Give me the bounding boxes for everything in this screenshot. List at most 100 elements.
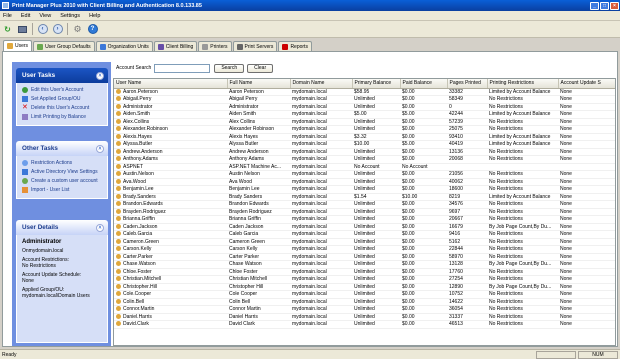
cell-text: None xyxy=(560,291,572,298)
printer-icon xyxy=(18,25,27,33)
table-row[interactable]: ASPNET ASP.NET Machine Ac... mydomain.loca… xyxy=(114,163,615,171)
table-cell: Unlimited xyxy=(352,178,400,186)
task-set-applied-group[interactable]: Set Applied Group/OU xyxy=(22,96,103,102)
menu-view[interactable]: View xyxy=(39,13,51,19)
table-row[interactable]: Carter.Parker Carter Parker mydomain.local… xyxy=(114,253,615,261)
column-header[interactable]: Printing Restrictions xyxy=(487,79,559,89)
table-row[interactable]: Brandon.Edwards Brandon Edwards mydomain.l… xyxy=(114,200,615,209)
gear-icon[interactable]: ⚙ xyxy=(72,24,83,35)
column-header[interactable]: Account Update S xyxy=(558,79,615,89)
column-header[interactable]: Primary Balance xyxy=(352,79,401,89)
refresh-icon[interactable]: ↻ xyxy=(2,24,13,35)
user-icon xyxy=(116,103,121,109)
tab-organization-units[interactable]: Organization Units xyxy=(95,41,153,51)
tab-printers[interactable]: Printers xyxy=(198,41,232,51)
user-details-header[interactable]: User Details ˄ xyxy=(16,220,108,235)
table-row[interactable]: Carson.Kelly Carson Kelly mydomain.local Un… xyxy=(114,245,615,254)
table-row[interactable]: Alexander.Robinson Alexander Robinson mydo… xyxy=(114,125,615,134)
table-cell: $0.00 xyxy=(400,253,447,261)
tab-user-group-defaults[interactable]: User Group Defaults xyxy=(33,41,95,51)
collapse-chevron-icon[interactable]: ˄ xyxy=(96,144,104,153)
maximize-button[interactable]: □ xyxy=(600,1,609,10)
task-import-user-list[interactable]: Import - User List xyxy=(22,187,103,193)
minimize-button[interactable]: _ xyxy=(590,1,599,10)
table-row[interactable]: Colin.Bell Colin Bell mydomain.local Unlimi… xyxy=(114,298,615,306)
table-row[interactable]: Benjamin.Lee Benjamin Lee mydomain.local Un… xyxy=(114,185,615,194)
task-create-custom-account[interactable]: Create a custom user account xyxy=(22,178,103,184)
user-tasks-header[interactable]: User Tasks ˄ xyxy=(16,68,108,83)
menu-edit[interactable]: Edit xyxy=(21,13,30,19)
collapse-chevron-icon[interactable]: ˄ xyxy=(96,223,104,232)
account-search-input[interactable] xyxy=(154,63,211,73)
table-cell: None xyxy=(558,253,615,261)
table-row[interactable]: Caleb.Garcia Caleb Garcia mydomain.local Un… xyxy=(114,230,615,239)
table-row[interactable]: Cole.Cooper Cole Cooper mydomain.local Unli… xyxy=(114,290,615,299)
table-row[interactable]: Christopher.Hill Christopher Hill mydomain… xyxy=(114,283,615,291)
table-row[interactable]: Daniel.Harris Daniel Harris mydomain.local… xyxy=(114,313,615,321)
task-delete-account[interactable]: ✕ Delete this User's Account xyxy=(22,104,103,111)
table-cell: Unlimited xyxy=(352,245,400,254)
other-tasks-header[interactable]: Other Tasks ˄ xyxy=(16,141,108,156)
cell-text: mydomain.local xyxy=(292,216,327,223)
tab-client-billing[interactable]: Client Billing xyxy=(153,41,198,51)
table-cell: By Job Page Count,By Du... xyxy=(487,260,558,269)
table-cell: mydomain.local xyxy=(290,223,352,231)
table-row[interactable]: Aaron.Peterson Aaron Peterson mydomain.loc… xyxy=(114,88,615,96)
table-cell: None xyxy=(558,215,615,224)
column-header[interactable]: User Name xyxy=(114,79,228,89)
user-icon xyxy=(116,291,121,297)
table-row[interactable]: Brayden.Rodriguez Brayden Rodriguez mydoma… xyxy=(114,208,615,216)
table-row[interactable]: Alexis.Hayes Alexis Hayes mydomain.local $3… xyxy=(114,133,615,141)
table-row[interactable]: Alyssa.Butler Alyssa Butler mydomain.local… xyxy=(114,140,615,149)
table-row[interactable]: Chase.Watson Chase Watson mydomain.local Un… xyxy=(114,260,615,269)
table-row[interactable]: Connor.Martin Connor Martin mydomain.local… xyxy=(114,305,615,314)
table-row[interactable]: Brady.Sanders Brady Sanders mydomain.local… xyxy=(114,193,615,201)
back-button[interactable]: ‹ xyxy=(37,24,48,35)
table-row[interactable]: Ava.Wood Ava Wood mydomain.local Unlimited $… xyxy=(114,178,615,186)
tab-print-servers[interactable]: Print Servers xyxy=(232,41,278,51)
cell-text: Abigail.Perry xyxy=(123,96,152,103)
help-button[interactable]: ? xyxy=(87,24,98,35)
task-ad-view-settings[interactable]: Active Directory View Settings xyxy=(22,169,103,175)
table-row[interactable]: Cameron.Green Cameron Green mydomain.local… xyxy=(114,238,615,246)
table-row[interactable]: Andrew.Anderson Andrew Anderson mydomain.l… xyxy=(114,148,615,156)
forward-button[interactable]: › xyxy=(52,24,63,35)
tab-users[interactable]: Users xyxy=(3,40,33,51)
table-cell: 14622 xyxy=(447,298,487,306)
cell-text: Unlimited xyxy=(354,238,375,245)
table-cell: mydomain.local xyxy=(290,95,352,104)
column-header[interactable]: Paid Balance xyxy=(400,79,448,89)
search-button[interactable]: Search xyxy=(214,63,245,73)
task-edit-account[interactable]: Edit this User's Account xyxy=(22,87,103,93)
table-row[interactable]: Anthony.Adams Anthony Adams mydomain.local… xyxy=(114,155,615,164)
task-restriction-actions[interactable]: Restriction Actions xyxy=(22,160,103,166)
table-row[interactable]: David.Clark David Clark mydomain.local Unli… xyxy=(114,320,615,329)
column-header[interactable]: Pages Printed xyxy=(447,79,488,89)
print-button[interactable] xyxy=(17,24,28,35)
column-header[interactable]: Domain Name xyxy=(290,79,353,89)
cell-text: No Account xyxy=(402,163,428,170)
cell-text: Christopher.Hill xyxy=(123,283,157,290)
table-row[interactable]: Chloe.Foster Chloe Foster mydomain.local Un… xyxy=(114,268,615,276)
menu-file[interactable]: File xyxy=(3,13,12,19)
menu-settings[interactable]: Settings xyxy=(60,13,80,19)
table-cell: $0.00 xyxy=(400,320,447,329)
close-button[interactable]: × xyxy=(610,1,619,10)
table-row[interactable]: Christian.Mitchell Christian Mitchell mydo… xyxy=(114,275,615,284)
clear-button[interactable]: Clear xyxy=(247,63,274,73)
search-row: Account Search Search Clear xyxy=(113,62,616,74)
table-row[interactable]: Abigail.Perry Abigail Perry mydomain.local… xyxy=(114,95,615,104)
toolbar-separator xyxy=(32,23,33,35)
menu-help[interactable]: Help xyxy=(89,13,100,19)
table-row[interactable]: Austin.Nelson Austin Nelson mydomain.local… xyxy=(114,170,615,179)
table-cell: Carson.Kelly xyxy=(114,245,227,254)
table-row[interactable]: Alex.Collins Alex Collins mydomain.local Un… xyxy=(114,118,615,126)
table-row[interactable]: Brianna.Griffin Brianna Griffin mydomain.l… xyxy=(114,215,615,224)
table-row[interactable]: Caden.Jackson Caden Jackson mydomain.local… xyxy=(114,223,615,231)
task-limit-printing[interactable]: Limit Printing by Balance xyxy=(22,114,103,120)
collapse-chevron-icon[interactable]: ˄ xyxy=(96,71,104,80)
column-header[interactable]: Full Name xyxy=(227,79,291,89)
tab-reports[interactable]: Reports xyxy=(278,41,312,51)
table-row[interactable]: Aiden.Smith Aiden Smith mydomain.local $5.0… xyxy=(114,110,615,119)
table-row[interactable]: Administrator Administrator mydomain.local… xyxy=(114,103,615,111)
